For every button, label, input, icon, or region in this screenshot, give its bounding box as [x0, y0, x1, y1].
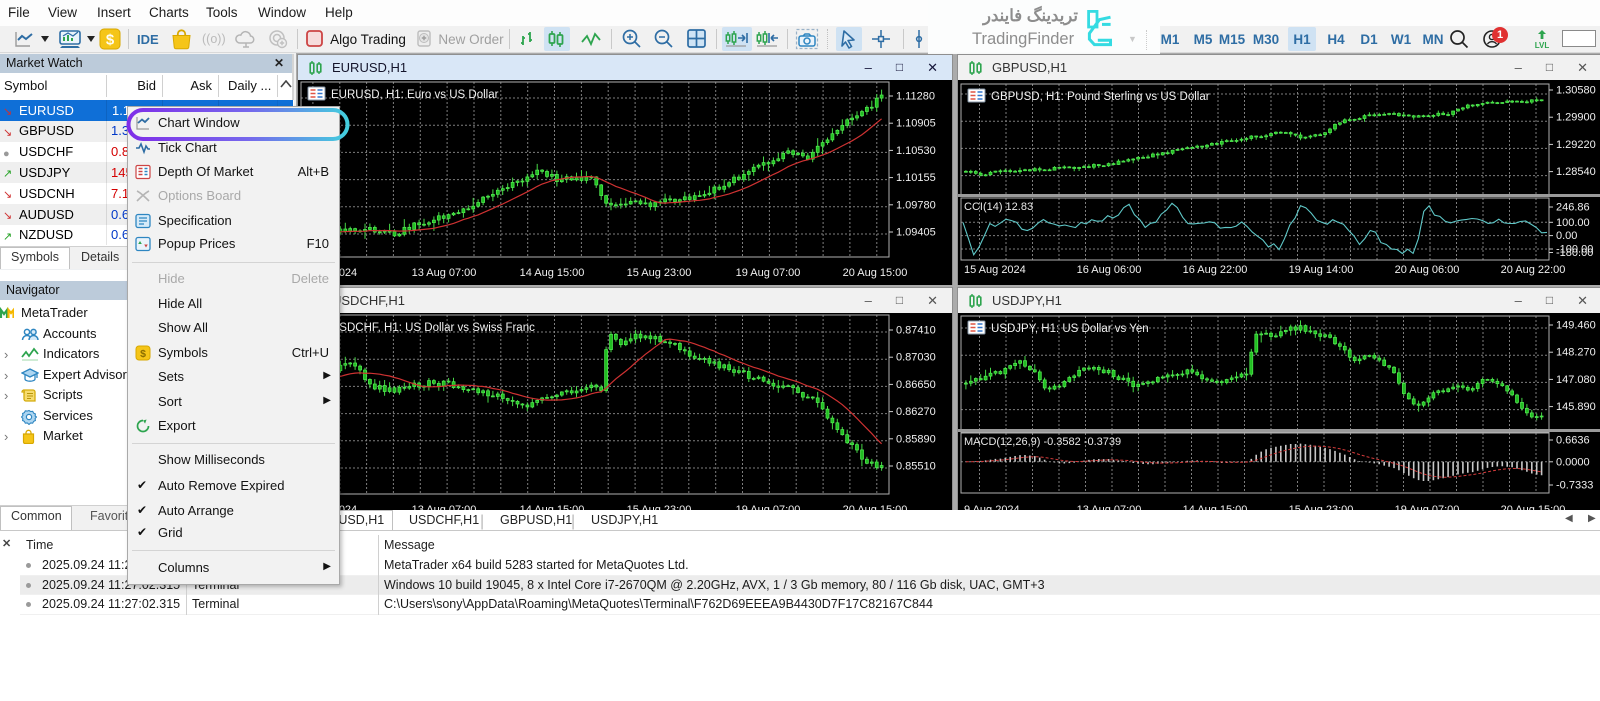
- svg-text:145.890: 145.890: [1556, 401, 1596, 413]
- svg-text:USDJPY, H1: US Dollar vs Yen: USDJPY, H1: US Dollar vs Yen: [991, 323, 1149, 335]
- svg-text:((o)): ((o)): [202, 32, 226, 46]
- svg-text:1.10905: 1.10905: [896, 118, 936, 130]
- svg-text:1.30580: 1.30580: [1556, 85, 1596, 97]
- svg-text:$: $: [140, 348, 146, 360]
- svg-text:1.09780: 1.09780: [896, 199, 936, 211]
- svg-text:$: $: [106, 32, 115, 49]
- svg-text:19 Aug 07:00: 19 Aug 07:00: [736, 267, 801, 279]
- svg-text:IDE: IDE: [137, 32, 159, 47]
- svg-text:14 Aug 15:00: 14 Aug 15:00: [520, 267, 585, 279]
- svg-text:1.28540: 1.28540: [1556, 166, 1596, 178]
- svg-text:024: 024: [339, 267, 357, 279]
- svg-text:0.6636: 0.6636: [1556, 435, 1590, 447]
- svg-text:16 Aug 22:00: 16 Aug 22:00: [1183, 264, 1248, 276]
- svg-text:19 Aug 14:00: 19 Aug 14:00: [1289, 264, 1354, 276]
- svg-text:1.10155: 1.10155: [896, 172, 936, 184]
- svg-text:0.00: 0.00: [1556, 230, 1577, 242]
- svg-text:0.86270: 0.86270: [896, 406, 936, 418]
- svg-text:1.11280: 1.11280: [896, 91, 935, 103]
- svg-text:MACD(12,26,9) -0.3582 -0.3739: MACD(12,26,9) -0.3582 -0.3739: [964, 436, 1121, 448]
- svg-text:16 Aug 06:00: 16 Aug 06:00: [1077, 264, 1142, 276]
- svg-text:20 Aug 06:00: 20 Aug 06:00: [1395, 264, 1460, 276]
- svg-text:149.460: 149.460: [1556, 320, 1596, 332]
- svg-text:13 Aug 07:00: 13 Aug 07:00: [412, 267, 477, 279]
- svg-text:15 Aug 23:00: 15 Aug 23:00: [627, 267, 692, 279]
- svg-text:CCI(14) 12.83: CCI(14) 12.83: [964, 201, 1033, 213]
- svg-text:15 Aug 2024: 15 Aug 2024: [964, 264, 1026, 276]
- svg-text:0.86650: 0.86650: [896, 379, 936, 391]
- svg-text:148.270: 148.270: [1556, 347, 1596, 359]
- svg-text:EURUSD, H1: Euro vs US Dollar: EURUSD, H1: Euro vs US Dollar: [331, 89, 499, 101]
- svg-text:GBPUSD, H1: Pound Sterling vs: GBPUSD, H1: Pound Sterling vs US Dollar: [991, 91, 1210, 103]
- svg-text:LVL: LVL: [1535, 41, 1550, 50]
- svg-text:-180.00: -180.00: [1556, 247, 1593, 259]
- svg-text:1.29900: 1.29900: [1556, 112, 1596, 124]
- svg-text:1.10530: 1.10530: [896, 145, 936, 157]
- svg-text:0.0000: 0.0000: [1556, 456, 1590, 468]
- svg-text:-0.7333: -0.7333: [1556, 480, 1593, 492]
- svg-text:0.87410: 0.87410: [896, 325, 936, 337]
- svg-text:20 Aug 22:00: 20 Aug 22:00: [1501, 264, 1566, 276]
- svg-text:0.85890: 0.85890: [896, 433, 936, 445]
- svg-text:1.09405: 1.09405: [896, 227, 936, 239]
- svg-text:USDCHF, H1: US Dollar vs Swis: USDCHF, H1: US Dollar vs Swiss Franc: [331, 322, 535, 334]
- svg-text:0.87030: 0.87030: [896, 352, 936, 364]
- svg-text:0.85510: 0.85510: [896, 461, 936, 473]
- svg-text:1.29220: 1.29220: [1556, 139, 1596, 151]
- svg-text:246.86: 246.86: [1556, 202, 1590, 214]
- svg-text:147.080: 147.080: [1556, 374, 1596, 386]
- svg-text:100.00: 100.00: [1556, 217, 1590, 229]
- svg-text:20 Aug 15:00: 20 Aug 15:00: [843, 267, 908, 279]
